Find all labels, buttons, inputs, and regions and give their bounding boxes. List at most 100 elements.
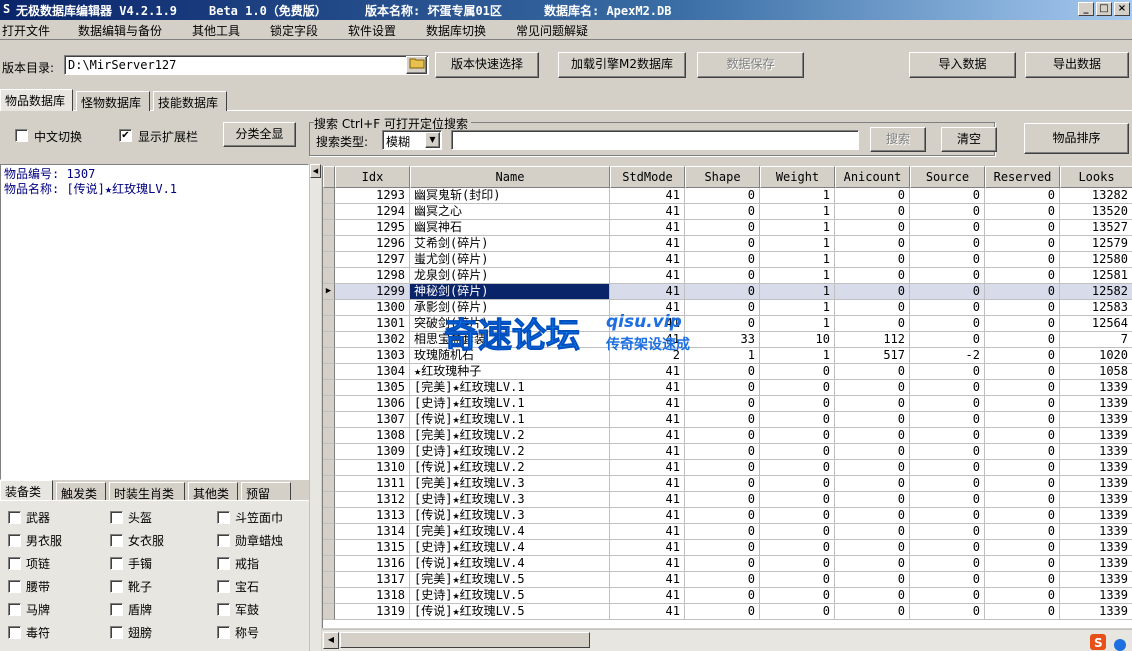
- cell-idx[interactable]: 1305: [335, 380, 410, 396]
- cell-anicount[interactable]: 0: [835, 284, 910, 300]
- cell-reserved[interactable]: 0: [985, 188, 1060, 204]
- cell-source[interactable]: -2: [910, 348, 985, 364]
- tab-skills[interactable]: 技能数据库: [153, 91, 227, 111]
- cell-reserved[interactable]: 0: [985, 396, 1060, 412]
- table-row[interactable]: 1297 蚩尤剑(碎片) 41 0 1 0 0 0 12580: [323, 252, 1132, 268]
- cell-stdmode[interactable]: 41: [610, 524, 685, 540]
- cell-stdmode[interactable]: 41: [610, 188, 685, 204]
- cell-reserved[interactable]: 0: [985, 252, 1060, 268]
- menu-lock-fields[interactable]: 锁定字段: [270, 22, 318, 39]
- cell-source[interactable]: 0: [910, 540, 985, 556]
- cell-name[interactable]: [传说]★红玫瑰LV.4: [410, 556, 610, 572]
- tab-items[interactable]: 物品数据库: [0, 89, 73, 111]
- table-row[interactable]: 1305 [完美]★红玫瑰LV.1 41 0 0 0 0 0 1339: [323, 380, 1132, 396]
- cell-stdmode[interactable]: 41: [610, 572, 685, 588]
- cell-stdmode[interactable]: 41: [610, 236, 685, 252]
- cell-name[interactable]: 艾希剑(碎片): [410, 236, 610, 252]
- cell-name[interactable]: 神秘剑(碎片): [410, 284, 610, 300]
- cell-stdmode[interactable]: 41: [610, 252, 685, 268]
- cell-source[interactable]: 0: [910, 252, 985, 268]
- cell-reserved[interactable]: 0: [985, 428, 1060, 444]
- cell-anicount[interactable]: 0: [835, 428, 910, 444]
- cell-stdmode[interactable]: 41: [610, 588, 685, 604]
- cell-name[interactable]: [传说]★红玫瑰LV.3: [410, 508, 610, 524]
- search-input[interactable]: [451, 130, 859, 150]
- cell-anicount[interactable]: 0: [835, 252, 910, 268]
- column-header-weight[interactable]: Weight: [760, 166, 835, 188]
- cell-anicount[interactable]: 0: [835, 476, 910, 492]
- cell-reserved[interactable]: 0: [985, 348, 1060, 364]
- cell-anicount[interactable]: 0: [835, 300, 910, 316]
- table-row[interactable]: 1314 [完美]★红玫瑰LV.4 41 0 0 0 0 0 1339: [323, 524, 1132, 540]
- cell-name[interactable]: 幽冥鬼斩(封印): [410, 188, 610, 204]
- save-data-button[interactable]: 数据保存: [697, 52, 804, 78]
- cell-weight[interactable]: 10: [760, 332, 835, 348]
- cell-name[interactable]: [完美]★红玫瑰LV.4: [410, 524, 610, 540]
- cell-weight[interactable]: 0: [760, 588, 835, 604]
- table-row[interactable]: 1294 幽冥之心 41 0 1 0 0 0 13520: [323, 204, 1132, 220]
- category-checkbox[interactable]: [217, 580, 230, 593]
- cell-reserved[interactable]: 0: [985, 364, 1060, 380]
- cell-source[interactable]: 0: [910, 476, 985, 492]
- cell-stdmode[interactable]: 41: [610, 556, 685, 572]
- cell-stdmode[interactable]: 2: [610, 348, 685, 364]
- table-row[interactable]: 1301 突破剑(碎片) 41 0 1 0 0 0 12564: [323, 316, 1132, 332]
- cell-reserved[interactable]: 0: [985, 476, 1060, 492]
- chevron-down-icon[interactable]: ▼: [425, 132, 440, 148]
- chinese-switch-checkbox[interactable]: [15, 129, 28, 142]
- cell-reserved[interactable]: 0: [985, 236, 1060, 252]
- cell-source[interactable]: 0: [910, 364, 985, 380]
- cell-weight[interactable]: 1: [760, 284, 835, 300]
- cell-reserved[interactable]: 0: [985, 380, 1060, 396]
- category-checkbox[interactable]: [217, 603, 230, 616]
- cell-name[interactable]: [传说]★红玫瑰LV.5: [410, 604, 610, 620]
- cat-tab-fashion[interactable]: 时装生肖类: [109, 482, 185, 502]
- tab-monsters[interactable]: 怪物数据库: [76, 91, 150, 111]
- cat-tab-equipment[interactable]: 装备类: [0, 480, 53, 502]
- show-all-categories-button[interactable]: 分类全显: [223, 122, 296, 147]
- cell-idx[interactable]: 1310: [335, 460, 410, 476]
- quick-select-button[interactable]: 版本快速选择: [435, 52, 539, 78]
- cell-looks[interactable]: 12579: [1060, 236, 1132, 252]
- cell-name[interactable]: [传说]★红玫瑰LV.2: [410, 460, 610, 476]
- cell-reserved[interactable]: 0: [985, 332, 1060, 348]
- cell-weight[interactable]: 0: [760, 412, 835, 428]
- show-ext-checkbox[interactable]: ✔: [119, 129, 132, 142]
- category-checkbox[interactable]: [8, 511, 21, 524]
- cell-shape[interactable]: 33: [685, 332, 760, 348]
- cell-anicount[interactable]: 0: [835, 444, 910, 460]
- scroll-left-arrow-icon[interactable]: ◀: [323, 632, 339, 649]
- cell-reserved[interactable]: 0: [985, 572, 1060, 588]
- table-row[interactable]: 1307 [传说]★红玫瑰LV.1 41 0 0 0 0 0 1339: [323, 412, 1132, 428]
- cell-looks[interactable]: 1020: [1060, 348, 1132, 364]
- category-checkbox[interactable]: [217, 626, 230, 639]
- cell-idx[interactable]: 1293: [335, 188, 410, 204]
- cell-name[interactable]: 幽冥神石: [410, 220, 610, 236]
- cell-shape[interactable]: 0: [685, 460, 760, 476]
- cell-idx[interactable]: 1312: [335, 492, 410, 508]
- cell-source[interactable]: 0: [910, 284, 985, 300]
- cell-name[interactable]: [完美]★红玫瑰LV.5: [410, 572, 610, 588]
- cell-anicount[interactable]: 517: [835, 348, 910, 364]
- category-checkbox[interactable]: [217, 534, 230, 547]
- cell-stdmode[interactable]: 41: [610, 396, 685, 412]
- cell-idx[interactable]: 1315: [335, 540, 410, 556]
- cell-shape[interactable]: 0: [685, 508, 760, 524]
- cell-source[interactable]: 0: [910, 316, 985, 332]
- cell-name[interactable]: ★红玫瑰种子: [410, 364, 610, 380]
- cell-source[interactable]: 0: [910, 412, 985, 428]
- cell-looks[interactable]: 12583: [1060, 300, 1132, 316]
- cell-looks[interactable]: 1339: [1060, 556, 1132, 572]
- category-checkbox[interactable]: [8, 603, 21, 616]
- cell-anicount[interactable]: 0: [835, 204, 910, 220]
- clear-button[interactable]: 清空: [941, 127, 997, 152]
- cell-shape[interactable]: 0: [685, 316, 760, 332]
- cat-tab-trigger[interactable]: 触发类: [56, 482, 106, 502]
- cell-shape[interactable]: 0: [685, 220, 760, 236]
- cell-anicount[interactable]: 0: [835, 236, 910, 252]
- table-row[interactable]: ▶ 1299 神秘剑(碎片) 41 0 1 0 0 0 12582: [323, 284, 1132, 300]
- cell-reserved[interactable]: 0: [985, 268, 1060, 284]
- cell-shape[interactable]: 0: [685, 252, 760, 268]
- column-header-source[interactable]: Source: [910, 166, 985, 188]
- cell-shape[interactable]: 0: [685, 364, 760, 380]
